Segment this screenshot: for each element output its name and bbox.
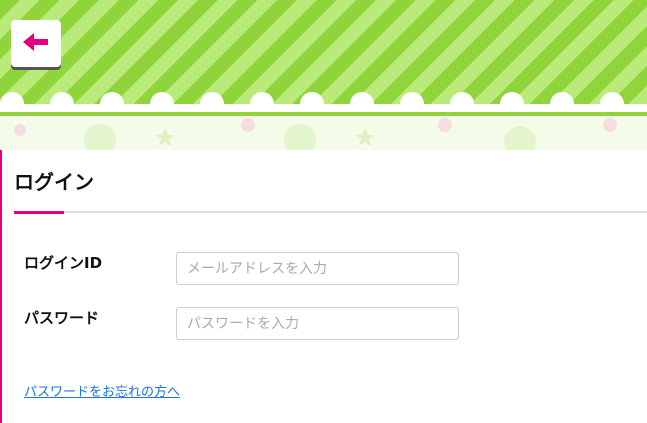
password-label: パスワード xyxy=(24,309,100,327)
title-divider xyxy=(14,211,647,213)
header-banner xyxy=(0,0,647,150)
forgot-password-link[interactable]: パスワードをお忘れの方へ xyxy=(24,384,180,402)
password-input[interactable] xyxy=(176,307,459,340)
arrow-left-icon xyxy=(23,32,49,56)
login-id-input[interactable] xyxy=(176,252,459,285)
back-button[interactable] xyxy=(11,20,61,67)
page-title: ログイン xyxy=(14,170,94,194)
title-divider-accent xyxy=(14,211,64,214)
login-id-label: ログインID xyxy=(24,254,103,272)
